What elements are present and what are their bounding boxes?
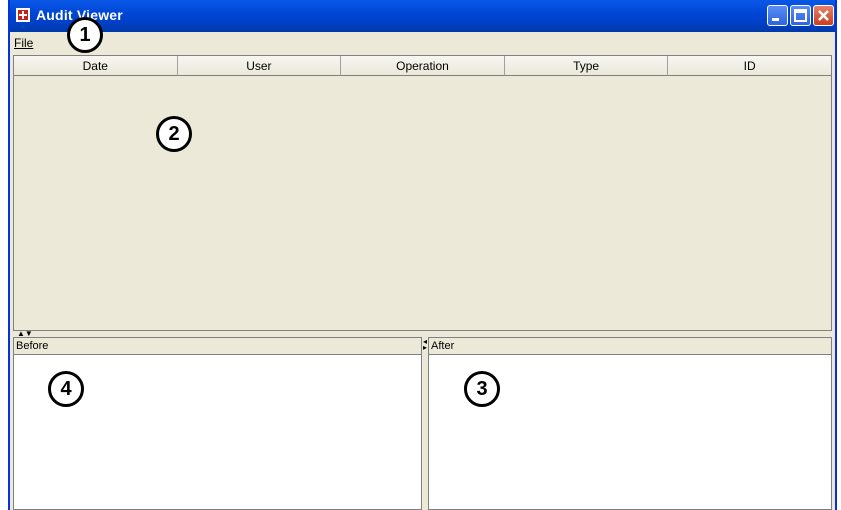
column-header-id[interactable]: ID [668,56,831,76]
column-header-type[interactable]: Type [504,56,669,76]
audit-viewer-window: Audit Viewer File Date User Operation Ty… [8,0,837,510]
close-button[interactable] [813,5,834,26]
maximize-icon [794,9,807,22]
annotation-badge-1: 1 [67,17,103,53]
app-icon [16,8,30,22]
minimize-button[interactable] [767,5,788,26]
vertical-split-arrows-icon[interactable]: ◂ ▸ [423,338,427,352]
before-panel[interactable]: Before [13,337,422,510]
after-panel[interactable]: After [428,337,832,510]
title-bar[interactable]: Audit Viewer [10,0,835,32]
column-header-date[interactable]: Date [14,56,178,76]
menu-file[interactable]: File [14,36,33,50]
table-header: Date User Operation Type ID [14,56,831,76]
annotation-badge-2: 2 [156,116,192,152]
audit-table[interactable]: Date User Operation Type ID [13,55,832,331]
close-icon [818,10,829,21]
after-panel-label: After [429,338,831,355]
before-panel-label: Before [14,338,421,355]
column-header-operation[interactable]: Operation [341,56,505,76]
minimize-icon [772,18,779,21]
annotation-badge-3: 3 [464,371,500,407]
column-header-user[interactable]: User [177,56,342,76]
menu-bar: File [10,32,835,54]
annotation-badge-4: 4 [48,371,84,407]
menu-file-label: File [14,36,34,50]
maximize-button[interactable] [790,5,811,26]
